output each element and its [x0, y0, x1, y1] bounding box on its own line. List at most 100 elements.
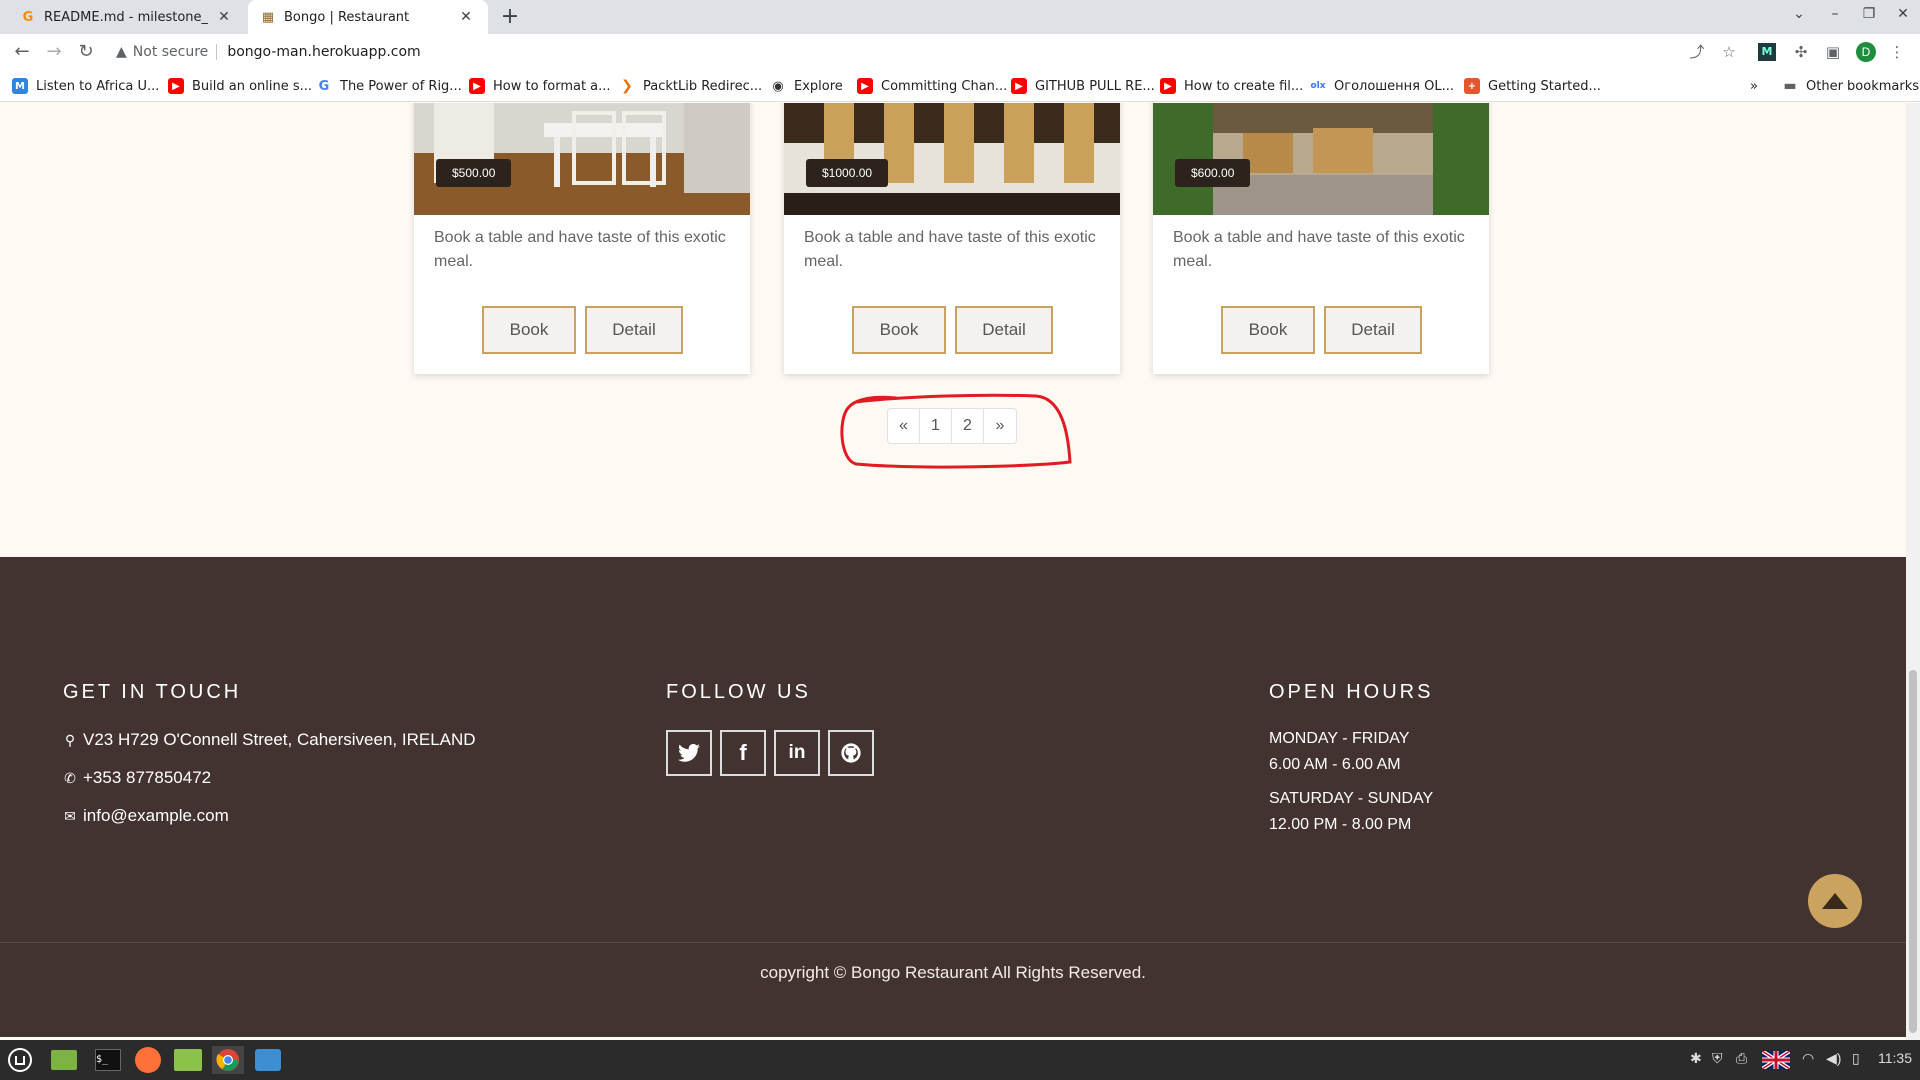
start-menu-icon[interactable] [4, 1046, 36, 1074]
menu-card: $600.00 Book a table and have taste of t… [1153, 103, 1489, 374]
github-icon[interactable] [828, 730, 874, 776]
footer-hours: OPEN HOURS MONDAY - FRIDAY 6.00 AM - 6.0… [1269, 681, 1433, 850]
bookmarks-bar: M Listen to Africa U... ▶ Build an online … [0, 70, 1920, 102]
copyright-text: copyright © Bongo Restaurant All Rights … [760, 963, 1146, 982]
share-icon[interactable]: ⤴ [1686, 41, 1708, 63]
volume-icon[interactable]: ◀) [1826, 1050, 1841, 1067]
browser-tab-bar: G README.md - milestone_pr ✕ ▦ Bongo | R… [0, 0, 1920, 34]
email-line: ✉ info@example.com [63, 806, 476, 826]
bookmark-item[interactable]: ❯ PacktLib Redirec... [619, 76, 762, 96]
desktop-icon[interactable] [48, 1046, 80, 1074]
bookmark-item[interactable]: olx Оголошення OL... [1310, 76, 1454, 96]
files-icon[interactable] [172, 1046, 204, 1074]
bookmark-item[interactable]: ▶ How to create fil... [1160, 76, 1303, 96]
bookmark-label: The Power of Rig... [340, 78, 462, 94]
bluetooth-icon[interactable]: ✱ [1690, 1050, 1702, 1067]
hours-time: 12.00 PM - 8.00 PM [1269, 816, 1412, 833]
bookmark-item[interactable]: ▶ Build an online s... [168, 76, 312, 96]
url-text: bongo-man.herokuapp.com [227, 44, 421, 60]
printer-icon[interactable]: ⎙ [1736, 1050, 1747, 1067]
back-icon[interactable]: ← [10, 40, 34, 64]
profile-avatar[interactable]: D [1856, 42, 1876, 62]
price-badge: $500.00 [436, 159, 512, 187]
bookmark-label: How to format a... [493, 78, 611, 94]
warning-icon: ▲ [116, 44, 127, 60]
uk-flag-icon[interactable] [1760, 1049, 1792, 1072]
page-content: $500.00 Book a table and have taste of t… [0, 103, 1906, 1040]
detail-button[interactable]: Detail [585, 306, 683, 354]
contact-heading: GET IN TOUCH [63, 681, 242, 703]
book-button[interactable]: Book [482, 306, 576, 354]
bookmark-item[interactable]: ▶ GITHUB PULL RE... [1011, 76, 1155, 96]
shield-icon[interactable]: ⛨ [1712, 1050, 1723, 1067]
extensions-puzzle-icon[interactable]: ✣ [1790, 41, 1812, 63]
facebook-icon[interactable]: f [720, 730, 766, 776]
youtube-icon: ▶ [469, 78, 485, 94]
page-scrollbar[interactable] [1906, 103, 1920, 1040]
detail-button[interactable]: Detail [1324, 306, 1422, 354]
tab-readme[interactable]: G README.md - milestone_pr ✕ [8, 0, 246, 34]
scroll-to-top-button[interactable] [1808, 874, 1862, 928]
scrollbar-thumb[interactable] [1909, 670, 1917, 1033]
detail-button[interactable]: Detail [955, 306, 1053, 354]
pagination-page-2[interactable]: 2 [952, 409, 984, 443]
bookmark-label: Committing Chan... [881, 78, 1008, 94]
follow-heading: FOLLOW US [666, 681, 811, 703]
forward-icon[interactable]: → [42, 40, 66, 64]
pagination-page-1[interactable]: 1 [920, 409, 952, 443]
close-window-icon[interactable]: ✕ [1892, 6, 1914, 22]
tab-search-icon[interactable]: ⌄ [1788, 6, 1810, 22]
linkedin-icon[interactable]: in [774, 730, 820, 776]
folder-icon: ▬ [1783, 78, 1797, 94]
address-bar[interactable]: ▲ Not secure bongo-man.herokuapp.com [104, 37, 1754, 67]
bookmark-star-icon[interactable]: ☆ [1718, 41, 1740, 63]
wifi-icon[interactable]: ◠ [1802, 1050, 1814, 1067]
bookmark-item[interactable]: + Getting Started... [1464, 76, 1601, 96]
book-button[interactable]: Book [1221, 306, 1315, 354]
text-editor-icon[interactable] [252, 1046, 284, 1074]
restore-icon[interactable]: ❐ [1858, 6, 1880, 22]
twitter-icon[interactable] [666, 730, 712, 776]
card-description: Book a table and have taste of this exot… [804, 229, 1096, 270]
bookmarks-overflow-icon[interactable]: » [1750, 76, 1758, 96]
other-bookmarks[interactable]: ▬ Other bookmarks [1782, 76, 1919, 96]
other-bookmarks-label: Other bookmarks [1806, 78, 1920, 94]
minimize-icon[interactable]: – [1824, 6, 1846, 22]
side-panel-icon[interactable]: ▣ [1822, 41, 1844, 63]
bookmark-label: Build an online s... [192, 78, 313, 94]
tab-bongo-restaurant[interactable]: ▦ Bongo | Restaurant ✕ [248, 0, 488, 34]
close-icon[interactable]: ✕ [216, 9, 232, 25]
google-icon: G [318, 78, 330, 94]
book-button[interactable]: Book [852, 306, 946, 354]
youtube-icon: ▶ [1011, 78, 1027, 94]
email-text: info@example.com [83, 806, 229, 825]
phone-line: ✆ +353 877850472 [63, 768, 476, 788]
terminal-icon[interactable]: $_ [92, 1046, 124, 1074]
menu-card: $1000.00 Book a table and have taste of … [784, 103, 1120, 374]
bookmark-item[interactable]: ▶ How to format a... [469, 76, 611, 96]
chrome-icon[interactable] [212, 1046, 244, 1074]
extension-m-icon[interactable]: M [1758, 43, 1776, 61]
clock[interactable]: 11:35 [1878, 1050, 1912, 1066]
close-icon[interactable]: ✕ [458, 9, 474, 25]
m-icon: M [12, 78, 28, 94]
phone-icon: ✆ [64, 769, 76, 786]
address-line: ⚲ V23 H729 O'Connell Street, Cahersiveen,… [63, 730, 476, 750]
menu-kebab-icon[interactable]: ⋮ [1886, 41, 1908, 63]
pagination-next[interactable]: » [984, 409, 1016, 443]
globe-icon: ◉ [772, 78, 784, 94]
bookmark-item[interactable]: ◉ Explore [770, 76, 842, 96]
battery-icon[interactable]: ▯ [1852, 1050, 1860, 1067]
footer-divider [0, 942, 1906, 943]
bookmark-item[interactable]: ▶ Committing Chan... [857, 76, 1007, 96]
bookmark-item[interactable]: G The Power of Rig... [316, 76, 462, 96]
bookmark-item[interactable]: M Listen to Africa U... [12, 76, 159, 96]
envelope-icon: ✉ [64, 807, 76, 824]
bookmark-label: Оголошення OL... [1334, 78, 1454, 94]
bookmark-label: GITHUB PULL RE... [1035, 78, 1155, 94]
footer-follow: FOLLOW US f in [666, 681, 874, 776]
pagination-prev[interactable]: « [888, 409, 920, 443]
firefox-icon[interactable] [132, 1046, 164, 1074]
new-tab-icon[interactable]: + [498, 4, 522, 29]
reload-icon[interactable]: ↻ [74, 40, 98, 64]
